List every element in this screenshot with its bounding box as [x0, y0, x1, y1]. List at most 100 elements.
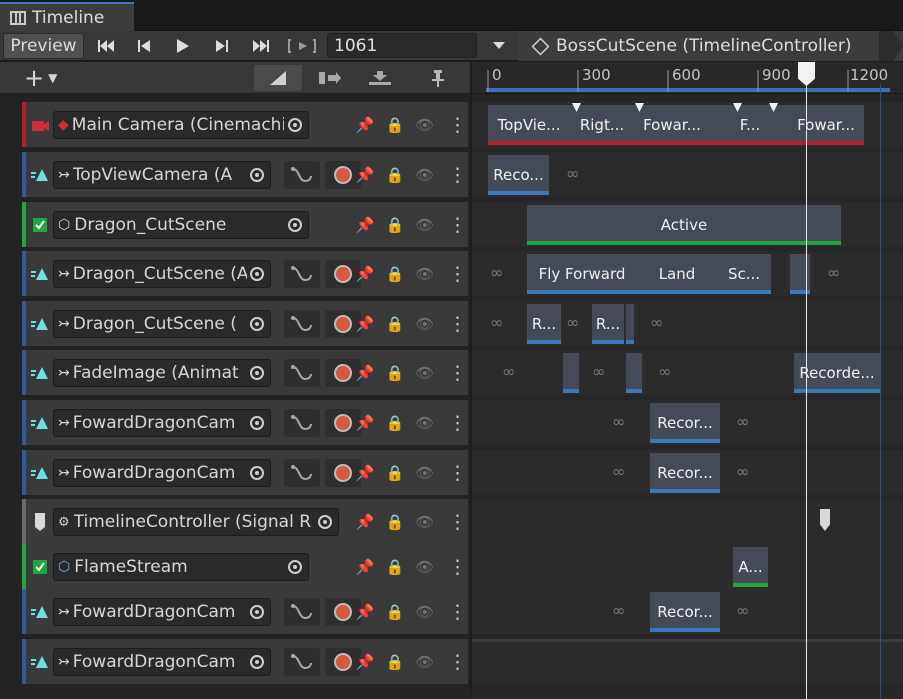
pin-icon[interactable]: 📌 — [356, 116, 375, 134]
timeline-clip[interactable] — [563, 353, 579, 393]
timeline-clip[interactable]: Reco... — [488, 155, 549, 195]
timeline-clip[interactable] — [710, 105, 732, 145]
object-picker-icon[interactable] — [250, 317, 264, 331]
track-row[interactable]: ↣ Dragon_CutScene (📌 🔒 👁 ⋮ — [22, 301, 468, 346]
track-row[interactable]: ↣ FowardDragonCam 📌 🔒 👁 ⋮ — [22, 589, 468, 634]
link-icon[interactable]: ∞ — [566, 164, 579, 183]
lock-icon[interactable]: 🔒 — [385, 464, 404, 482]
ease-toggle-button[interactable] — [254, 65, 302, 91]
curves-toggle-button[interactable] — [284, 648, 320, 676]
curves-toggle-button[interactable] — [284, 409, 320, 437]
tab-timeline[interactable]: Timeline — [0, 2, 134, 31]
curves-toggle-button[interactable] — [284, 161, 320, 189]
link-icon[interactable]: ∞ — [490, 313, 503, 332]
object-picker-icon[interactable] — [250, 416, 264, 430]
track-row[interactable]: ⚙ TimelineController (Signal R 📌 🔒 👁 ⋮ — [22, 499, 468, 544]
frame-input[interactable]: 1061 — [327, 33, 477, 58]
more-options-icon[interactable]: ⋮ — [448, 262, 467, 286]
track-row[interactable]: ↣ TopViewCamera (A 📌 🔒 👁 ⋮ — [22, 152, 468, 197]
more-options-icon[interactable]: ⋮ — [448, 213, 467, 237]
eye-icon[interactable]: 👁 — [415, 653, 434, 671]
eye-icon[interactable]: 👁 — [415, 558, 434, 576]
last-frame-icon[interactable] — [244, 33, 278, 59]
more-options-icon[interactable]: ⋮ — [448, 461, 467, 485]
object-picker-icon[interactable] — [250, 168, 264, 182]
pin-icon[interactable]: 📌 — [356, 166, 375, 184]
pin-icon[interactable]: 📌 — [356, 414, 375, 432]
timeline-clip[interactable] — [790, 254, 810, 294]
link-icon[interactable]: ∞ — [502, 362, 515, 381]
eye-icon[interactable]: 👁 — [415, 265, 434, 283]
link-icon[interactable]: ∞ — [658, 362, 671, 381]
link-icon[interactable]: ∞ — [736, 601, 749, 620]
timeline-clip[interactable]: Recor... — [650, 453, 720, 493]
eye-icon[interactable]: 👁 — [415, 414, 434, 432]
timeline-clip[interactable]: Recor... — [650, 592, 720, 632]
curves-toggle-button[interactable] — [284, 459, 320, 487]
pin-icon[interactable]: 📌 — [356, 603, 375, 621]
more-options-icon[interactable]: ⋮ — [448, 361, 467, 385]
object-picker-icon[interactable] — [308, 111, 332, 139]
track-binding-field[interactable]: ↣ FowardDragonCam — [53, 648, 271, 676]
object-picker-icon[interactable] — [250, 466, 264, 480]
more-options-icon[interactable]: ⋮ — [448, 163, 467, 187]
object-picker-icon[interactable] — [288, 560, 302, 574]
track-binding-field[interactable]: ⬡ Dragon_CutScene — [53, 211, 309, 239]
track-row[interactable]: ↣ FowardDragonCam 📌 🔒 👁 ⋮ — [22, 639, 468, 684]
track-binding-field[interactable]: ↣ FadeImage (Animat — [53, 359, 271, 387]
timeline-clip[interactable] — [626, 353, 642, 393]
more-options-icon[interactable]: ⋮ — [448, 600, 467, 624]
timeline-clip[interactable]: Land — [637, 254, 717, 294]
track-binding-field[interactable]: ↣ Dragon_CutScene ( — [53, 310, 271, 338]
track-lane[interactable] — [472, 544, 903, 589]
track-binding-field[interactable]: ⚙ TimelineController (Signal R — [53, 508, 339, 536]
link-icon[interactable]: ∞ — [736, 412, 749, 431]
lock-icon[interactable]: 🔒 — [385, 166, 404, 184]
add-track-button[interactable]: + ▼ — [24, 64, 74, 92]
timeline-clip[interactable]: Rigt... — [570, 105, 634, 145]
timeline-clip[interactable]: R... — [527, 304, 561, 344]
track-row[interactable]: ⬡ Dragon_CutScene 📌 🔒 👁 ⋮ — [22, 202, 468, 247]
more-options-icon[interactable]: ⋮ — [448, 555, 467, 579]
track-binding-field[interactable]: ⬡ FlameStream — [53, 553, 309, 581]
timeline-clip[interactable]: Sc... — [717, 254, 771, 294]
lock-icon[interactable]: 🔒 — [385, 414, 404, 432]
track-binding-field[interactable]: ↣ FowardDragonCam — [53, 598, 271, 626]
more-options-icon[interactable]: ⋮ — [448, 650, 467, 674]
object-picker-icon[interactable] — [250, 366, 264, 380]
link-icon[interactable]: ∞ — [612, 601, 625, 620]
lock-icon[interactable]: 🔒 — [385, 364, 404, 382]
timeline-clip[interactable]: Recor... — [650, 403, 720, 443]
timeline-clip[interactable] — [626, 304, 634, 344]
object-picker-icon[interactable] — [250, 605, 264, 619]
clip-area[interactable]: TopVie... Rigt... Fowar... F... Fowar... Reco… — [472, 94, 903, 699]
snap-toggle-button[interactable] — [306, 65, 354, 91]
object-picker-icon[interactable] — [288, 118, 302, 132]
eye-icon[interactable]: 👁 — [415, 166, 434, 184]
pin-icon[interactable]: 📌 — [356, 558, 375, 576]
pin-icon[interactable]: 📌 — [356, 216, 375, 234]
pin-icon[interactable]: 📌 — [356, 513, 375, 531]
lock-icon[interactable]: 🔒 — [385, 116, 404, 134]
track-binding-field[interactable]: ◆ Main Camera (Cinemachin — [53, 111, 309, 139]
curves-toggle-button[interactable] — [284, 260, 320, 288]
link-icon[interactable]: ∞ — [490, 263, 503, 282]
lock-icon[interactable]: 🔒 — [385, 265, 404, 283]
eye-icon[interactable]: 👁 — [415, 364, 434, 382]
more-options-icon[interactable]: ⋮ — [448, 113, 467, 137]
lock-icon[interactable]: 🔒 — [385, 216, 404, 234]
timeline-clip[interactable]: Fowar... — [788, 105, 864, 145]
object-picker-icon[interactable] — [250, 655, 264, 669]
prev-frame-icon[interactable] — [128, 33, 160, 59]
timeline-clip[interactable]: Active — [527, 205, 841, 245]
pin-icon[interactable]: 📌 — [356, 364, 375, 382]
track-binding-field[interactable]: ↣ FowardDragonCam — [53, 459, 271, 487]
eye-icon[interactable]: 👁 — [415, 216, 434, 234]
lock-icon[interactable]: 🔒 — [385, 558, 404, 576]
link-icon[interactable]: ∞ — [612, 412, 625, 431]
track-row[interactable]: ⬡ FlameStream 📌 🔒 👁 ⋮ — [22, 544, 468, 589]
next-frame-icon[interactable] — [206, 33, 238, 59]
track-row[interactable]: ↣ Dragon_CutScene (Ani 📌 🔒 👁 ⋮ — [22, 251, 468, 296]
play-range-icon[interactable] — [284, 33, 320, 59]
object-picker-icon[interactable] — [318, 515, 332, 529]
